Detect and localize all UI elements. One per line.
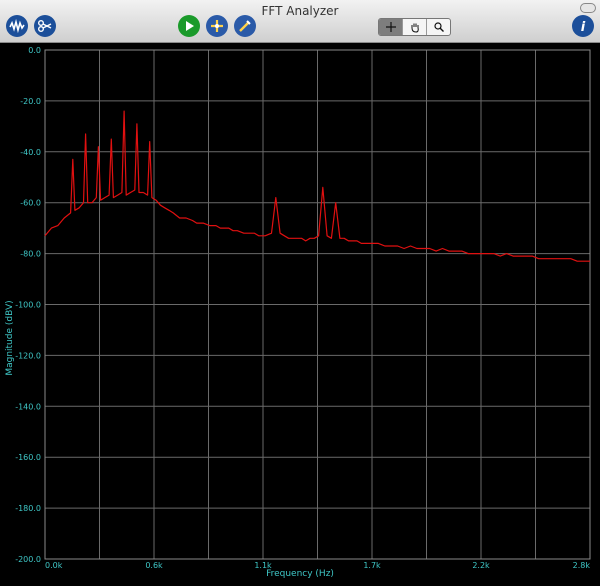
- y-tick-label: 0.0: [28, 46, 41, 55]
- zoom-icon[interactable]: [427, 19, 450, 35]
- y-tick-label: -100.0: [15, 301, 41, 310]
- y-tick-label: -40.0: [20, 148, 41, 157]
- clear-marker-icon[interactable]: [234, 15, 256, 37]
- y-tick-label: -200.0: [15, 555, 41, 564]
- waveform-icon[interactable]: [6, 15, 28, 37]
- svg-text:i: i: [581, 20, 586, 35]
- y-tick-label: -180.0: [15, 504, 41, 513]
- window-title: FFT Analyzer: [261, 4, 339, 18]
- y-axis-label: Magnitude (dBV): [5, 300, 15, 376]
- hand-icon[interactable]: [403, 19, 427, 35]
- crosshair-icon[interactable]: [379, 19, 403, 35]
- toolbar-toggle-button[interactable]: [580, 3, 596, 13]
- y-tick-label: -160.0: [15, 453, 41, 462]
- x-axis-label: Frequency (Hz): [266, 569, 334, 579]
- spectrum-plot[interactable]: 0.0 -20.0 -40.0 -60.0 -80.0 -100.0 -120.0 -140.…: [0, 43, 600, 582]
- fft-analyzer-window: FFT Analyzer i 0.0 -20.0 -40.0 -60.0 -80…: [0, 0, 600, 582]
- y-tick-label: -140.0: [15, 402, 41, 411]
- play-icon[interactable]: [178, 15, 200, 37]
- add-marker-icon[interactable]: [206, 15, 228, 37]
- y-tick-label: -80.0: [20, 250, 41, 259]
- y-tick-label: -60.0: [20, 199, 41, 208]
- spectrum-chart[interactable]: 0.0 -20.0 -40.0 -60.0 -80.0 -100.0 -120.0 -140.…: [0, 43, 600, 582]
- y-tick-label: -20.0: [20, 97, 41, 106]
- y-tick-label: -120.0: [15, 351, 41, 360]
- info-icon[interactable]: i: [572, 15, 594, 37]
- tool-selector: [378, 18, 451, 36]
- scissors-icon[interactable]: [34, 15, 56, 37]
- title-bar: FFT Analyzer i: [0, 0, 600, 43]
